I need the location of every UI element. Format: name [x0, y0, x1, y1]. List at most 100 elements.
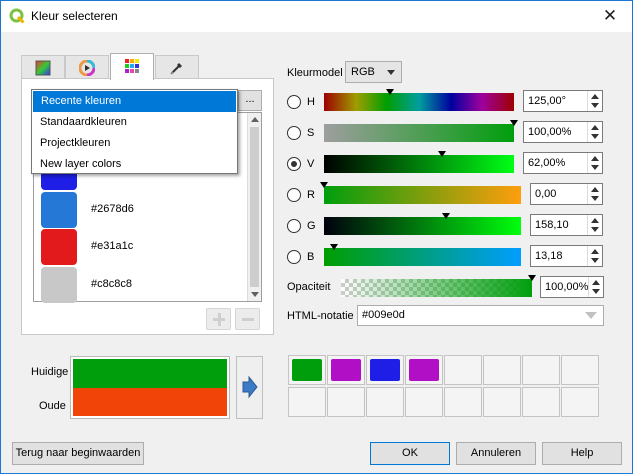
ok-button[interactable]: OK: [370, 442, 450, 465]
color-well[interactable]: [405, 387, 443, 417]
well-swatch: [331, 359, 361, 381]
slider-marker[interactable]: [528, 275, 536, 281]
minus-icon: [242, 318, 254, 321]
color-well[interactable]: [444, 355, 482, 385]
spinbox-value: 13,18: [535, 250, 563, 262]
color-well[interactable]: [327, 355, 365, 385]
radio-h[interactable]: [287, 95, 301, 109]
slider-g[interactable]: [324, 213, 521, 235]
slider-opacity[interactable]: [341, 275, 536, 297]
well-swatch: [370, 359, 400, 381]
well-swatch: [292, 359, 322, 381]
title-bar: Kleur selecteren ✕: [1, 1, 632, 32]
color-well[interactable]: [483, 355, 521, 385]
component-row-g: G 158,10: [287, 213, 607, 240]
spinbox-g[interactable]: 158,10: [530, 214, 603, 236]
color-well[interactable]: [561, 355, 599, 385]
spin-arrows[interactable]: [587, 246, 602, 266]
color-model-label: Kleurmodel: [287, 67, 343, 79]
scheme-option-project[interactable]: Projectkleuren: [32, 133, 237, 154]
spin-arrows[interactable]: [587, 215, 602, 235]
add-color-button[interactable]: [206, 308, 231, 330]
radio-r[interactable]: [287, 188, 301, 202]
slider-marker[interactable]: [510, 120, 518, 126]
slider-b[interactable]: [324, 244, 521, 266]
list-scrollbar[interactable]: [247, 113, 261, 301]
current-color-swatch[interactable]: [73, 359, 227, 388]
slider-marker[interactable]: [442, 213, 451, 219]
slider-h[interactable]: [324, 89, 514, 111]
old-color-swatch[interactable]: [73, 388, 227, 416]
close-button[interactable]: ✕: [588, 1, 632, 31]
spinbox-v[interactable]: 62,00%: [523, 152, 603, 174]
color-well[interactable]: [327, 387, 365, 417]
current-color-label: Huidige: [31, 366, 69, 378]
color-swatch: [41, 229, 77, 265]
old-color-label: Oude: [39, 400, 66, 412]
scheme-dropdown: Recente kleuren Standaardkleuren Project…: [31, 89, 238, 174]
color-well[interactable]: [483, 387, 521, 417]
slider-v[interactable]: [324, 151, 514, 173]
scroll-thumb[interactable]: [250, 127, 259, 287]
color-well[interactable]: [444, 387, 482, 417]
spin-arrows[interactable]: [587, 153, 602, 173]
spin-arrows[interactable]: [588, 277, 603, 297]
radio-v[interactable]: [287, 157, 301, 171]
hue-gradient: [324, 93, 514, 111]
spinbox-b[interactable]: 13,18: [530, 245, 603, 267]
component-row-v: V 62,00%: [287, 151, 607, 178]
color-well[interactable]: [366, 387, 404, 417]
scheme-option-standard[interactable]: Standaardkleuren: [32, 112, 237, 133]
spin-arrows[interactable]: [587, 91, 602, 111]
color-preview: [70, 356, 230, 419]
radio-s[interactable]: [287, 126, 301, 140]
cancel-button[interactable]: Annuleren: [456, 442, 536, 465]
plus-icon-stroke: [218, 313, 221, 326]
spin-arrows[interactable]: [587, 122, 602, 142]
slider-marker[interactable]: [320, 182, 328, 188]
tab-eyedropper[interactable]: [155, 55, 199, 79]
radio-g[interactable]: [287, 219, 301, 233]
scheme-option-recent[interactable]: Recente kleuren: [33, 91, 236, 112]
html-notation-value: #009e0d: [362, 309, 405, 321]
color-well[interactable]: [522, 387, 560, 417]
arrow-right-icon: [242, 375, 258, 399]
value-gradient: [324, 155, 514, 173]
scroll-up-icon[interactable]: [251, 117, 259, 122]
tab-color-ramp[interactable]: [21, 55, 65, 79]
color-model-select[interactable]: RGB: [345, 61, 402, 83]
color-well[interactable]: [288, 355, 326, 385]
color-code: #2678d6: [91, 203, 134, 215]
spin-arrows[interactable]: [587, 184, 602, 204]
add-to-wells-button[interactable]: [236, 356, 263, 419]
spinbox-h[interactable]: 125,00°: [523, 90, 603, 112]
color-well[interactable]: [366, 355, 404, 385]
slider-r[interactable]: [320, 182, 521, 204]
color-swatches-icon: [125, 59, 139, 73]
color-well[interactable]: [405, 355, 443, 385]
remove-color-button[interactable]: [235, 308, 260, 330]
scroll-down-icon[interactable]: [251, 292, 259, 297]
help-button[interactable]: Help: [542, 442, 622, 465]
slider-marker[interactable]: [330, 244, 339, 250]
radio-b[interactable]: [287, 250, 301, 264]
color-well[interactable]: [288, 387, 326, 417]
html-notation-input[interactable]: #009e0d: [357, 305, 604, 326]
component-row-h: H 125,00°: [287, 89, 607, 116]
scheme-menu-button[interactable]: ...: [238, 90, 262, 111]
slider-marker[interactable]: [437, 151, 446, 157]
slider-marker[interactable]: [385, 89, 394, 95]
spinbox-s[interactable]: 100,00%: [523, 121, 603, 143]
component-label: G: [307, 220, 316, 232]
scheme-option-new-layer[interactable]: New layer colors: [32, 154, 237, 175]
tab-color-swatches[interactable]: [110, 53, 154, 80]
slider-s[interactable]: [324, 120, 518, 142]
spinbox-r[interactable]: 0,00: [530, 183, 603, 205]
well-swatch: [409, 359, 439, 381]
color-well[interactable]: [522, 355, 560, 385]
tab-color-wheel[interactable]: [65, 55, 109, 79]
spinbox-opacity[interactable]: 100,00%: [540, 276, 604, 298]
chevron-down-icon[interactable]: [585, 312, 597, 319]
reset-button[interactable]: Terug naar beginwaarden: [12, 442, 144, 465]
color-well[interactable]: [561, 387, 599, 417]
